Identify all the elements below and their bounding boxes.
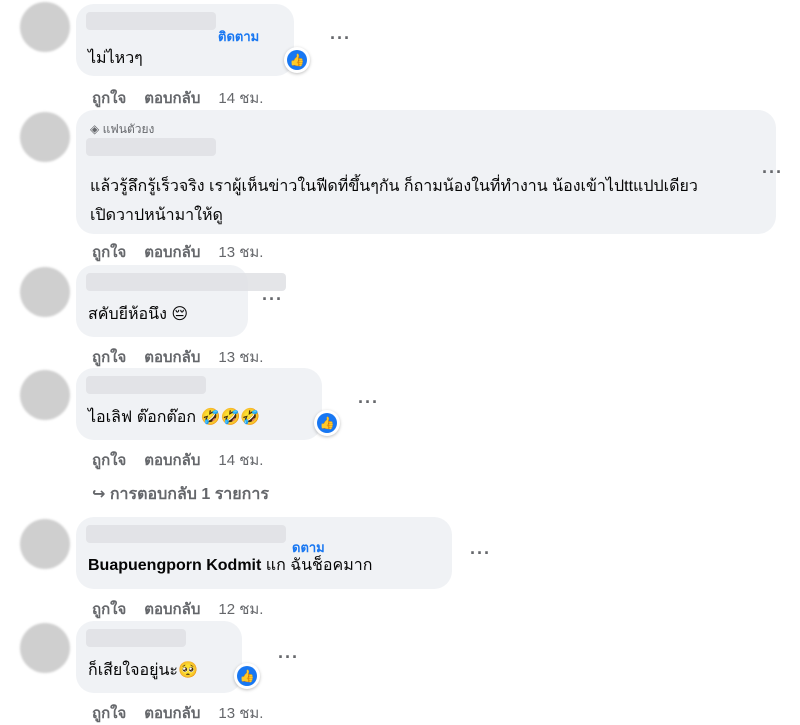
avatar[interactable] [20, 112, 70, 162]
pleading-emoji: 🥺 [178, 660, 198, 679]
more-dots-icon[interactable]: ··· [762, 162, 783, 183]
mention-tag[interactable]: Buapuengporn Kodmit [88, 557, 261, 574]
reaction-badge[interactable]: 👍 [314, 410, 340, 436]
more-dots-icon[interactable]: ··· [278, 647, 299, 668]
more-dots-icon[interactable]: ··· [330, 28, 351, 49]
comment-bubble: ไอเลิฟ ต๊อกต๊อก 🤣🤣🤣 [76, 368, 322, 440]
like-button[interactable]: ถูกใจ [92, 90, 126, 107]
comment-text-content: ก็เสียใจอยู่นะ [88, 662, 178, 679]
avatar[interactable] [20, 519, 70, 569]
like-button[interactable]: ถูกใจ [92, 452, 126, 469]
comment-bubble: ◈ แฟนตัวยง แล้วรู้ลึกรู้เร็วจริง เราผู้เ… [76, 110, 776, 234]
author-name-redacted[interactable] [86, 12, 216, 30]
comment-text: ก็เสียใจอยู่นะ🥺 [88, 659, 198, 682]
comment-text: แล้วรู้ลึกรู้เร็วจริง เราผู้เห็นข่าวในฟี… [90, 178, 698, 224]
rofl-emoji: 🤣🤣🤣 [200, 407, 261, 426]
timestamp[interactable]: 14 ชม. [218, 90, 263, 107]
more-dots-icon[interactable]: ··· [262, 289, 283, 310]
avatar[interactable] [20, 2, 70, 52]
comment-actions: ถูกใจ ตอบกลับ 13 ชม. [92, 345, 281, 369]
reaction-badge[interactable]: 👍 [284, 47, 310, 73]
comment-bubble: สคับยีห้อนึง 😔 [76, 265, 286, 337]
reply-button[interactable]: ตอบกลับ [144, 452, 200, 469]
comment-bubble: ดตาม Buapuengporn Kodmit แก ฉันช็อคมาก [76, 517, 452, 589]
comment-actions: ถูกใจ ตอบกลับ 13 ชม. [92, 240, 281, 264]
comment-actions: ถูกใจ ตอบกลับ 14 ชม. [92, 86, 281, 110]
avatar[interactable] [20, 623, 70, 673]
author-name-redacted[interactable] [86, 629, 186, 647]
author-name[interactable]: ติดตาม [218, 26, 259, 47]
comment-text-content: แก ฉันช็อคมาก [265, 557, 373, 574]
timestamp[interactable]: 12 ชม. [218, 601, 263, 618]
comment-text-content: สคับยีห้อนึง [88, 306, 167, 323]
pensive-emoji: 😔 [171, 304, 189, 323]
reply-button[interactable]: ตอบกลับ [144, 601, 200, 618]
comment-actions: ถูกใจ ตอบกลับ 13 ชม. [92, 701, 281, 725]
like-thumb-icon: 👍 [317, 413, 337, 433]
like-button[interactable]: ถูกใจ [92, 244, 126, 261]
view-replies-link[interactable]: ↪ การตอบกลับ 1 รายการ [92, 482, 269, 507]
avatar[interactable] [20, 370, 70, 420]
more-dots-icon[interactable]: ··· [358, 392, 379, 413]
reply-button[interactable]: ตอบกลับ [144, 90, 200, 107]
timestamp[interactable]: 13 ชม. [218, 244, 263, 261]
like-button[interactable]: ถูกใจ [92, 349, 126, 366]
avatar[interactable] [20, 267, 70, 317]
comment-bubble: ก็เสียใจอยู่นะ🥺 [76, 621, 242, 693]
reaction-badge[interactable]: 👍 [234, 663, 260, 689]
like-thumb-icon: 👍 [237, 666, 257, 686]
comment-text-content: ไอเลิฟ ต๊อกต๊อก [88, 409, 197, 426]
author-name-redacted[interactable] [86, 376, 206, 394]
like-thumb-icon: 👍 [287, 50, 307, 70]
fan-badge: ◈ แฟนตัวยง [90, 122, 155, 136]
comment-text: ไม่ไหวๆ [88, 50, 143, 67]
author-name-redacted[interactable] [86, 525, 286, 543]
comment-text: Buapuengporn Kodmit แก ฉันช็อคมาก [88, 555, 372, 577]
comment-bubble: ติดตาม ไม่ไหวๆ [76, 4, 294, 76]
comment-text: ไอเลิฟ ต๊อกต๊อก 🤣🤣🤣 [88, 406, 260, 429]
more-dots-icon[interactable]: ··· [470, 543, 491, 564]
comment-text: สคับยีห้อนึง 😔 [88, 303, 188, 326]
author-name-redacted[interactable] [86, 273, 286, 291]
fan-badge-label: แฟนตัวยง [102, 122, 155, 136]
reply-button[interactable]: ตอบกลับ [144, 244, 200, 261]
timestamp[interactable]: 13 ชม. [218, 349, 263, 366]
comment-actions: ถูกใจ ตอบกลับ 12 ชม. [92, 597, 281, 621]
like-button[interactable]: ถูกใจ [92, 601, 126, 618]
reply-button[interactable]: ตอบกลับ [144, 349, 200, 366]
comment-actions: ถูกใจ ตอบกลับ 14 ชม. [92, 448, 281, 472]
author-name-redacted[interactable] [86, 138, 216, 156]
timestamp[interactable]: 14 ชม. [218, 452, 263, 469]
